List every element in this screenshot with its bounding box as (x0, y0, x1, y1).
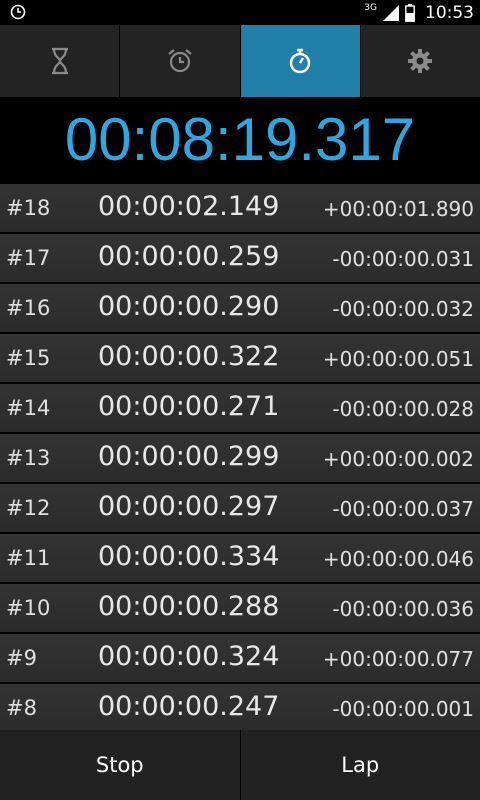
lap-time: 00:00:00.290 (98, 291, 280, 322)
tab-bar (0, 25, 480, 97)
lap-difference: -00:00:00.031 (332, 247, 474, 271)
lap-time: 00:00:02.149 (98, 191, 280, 222)
lap-number: #8 (6, 696, 37, 720)
lap-row: #17 00:00:00.259 -00:00:00.031 (0, 232, 480, 282)
status-bar: 3G 10:53 (0, 0, 480, 25)
lap-number: #9 (6, 646, 37, 670)
lap-row: #14 00:00:00.271 -00:00:00.028 (0, 382, 480, 432)
tab-settings[interactable] (360, 25, 480, 97)
lap-difference: -00:00:00.032 (332, 297, 474, 321)
bottom-button-bar: Stop Lap (0, 730, 480, 800)
tab-stopwatch[interactable] (240, 25, 361, 97)
lap-number: #13 (6, 446, 51, 470)
network-type: 3G (364, 2, 377, 13)
elapsed-time: 00:08:19.317 (64, 106, 416, 173)
lap-time: 00:00:00.247 (98, 691, 280, 722)
status-right: 3G 10:53 (364, 2, 474, 24)
lap-number: #17 (6, 246, 51, 270)
lap-number: #18 (6, 196, 51, 220)
laps-list[interactable]: #18 00:00:02.149 +00:00:01.890 #17 00:00… (0, 182, 480, 730)
lap-row: #10 00:00:00.288 -00:00:00.036 (0, 582, 480, 632)
lap-row: #15 00:00:00.322 +00:00:00.051 (0, 332, 480, 382)
lap-time: 00:00:00.288 (98, 591, 280, 622)
alarm-clock-icon (168, 49, 192, 73)
battery-icon (405, 4, 415, 22)
lap-time: 00:00:00.324 (98, 641, 280, 672)
stopwatch-display: 00:08:19.317 (0, 97, 480, 182)
lap-time: 00:00:00.299 (98, 441, 280, 472)
lap-row: #8 00:00:00.247 -00:00:00.001 (0, 682, 480, 730)
clock-notification-icon (10, 4, 26, 20)
lap-difference: +00:00:00.051 (322, 347, 474, 371)
lap-difference: +00:00:01.890 (322, 197, 474, 221)
lap-time: 00:00:00.271 (98, 391, 280, 422)
lap-button[interactable]: Lap (240, 730, 480, 800)
lap-row: #16 00:00:00.290 -00:00:00.032 (0, 282, 480, 332)
signal-icon (383, 5, 399, 21)
lap-row: #12 00:00:00.297 -00:00:00.037 (0, 482, 480, 532)
lap-row: #9 00:00:00.324 +00:00:00.077 (0, 632, 480, 682)
lap-difference: -00:00:00.001 (332, 697, 474, 721)
gear-icon (408, 49, 433, 73)
lap-difference: -00:00:00.036 (332, 597, 474, 621)
lap-difference: +00:00:00.002 (322, 447, 474, 471)
lap-number: #16 (6, 296, 51, 320)
lap-number: #11 (6, 546, 51, 570)
lap-time: 00:00:00.322 (98, 341, 280, 372)
tab-timer[interactable] (0, 25, 121, 97)
lap-row: #18 00:00:02.149 +00:00:01.890 (0, 182, 480, 232)
stop-button[interactable]: Stop (0, 730, 241, 800)
hourglass-icon (51, 47, 68, 75)
lap-difference: -00:00:00.028 (332, 397, 474, 421)
lap-row: #11 00:00:00.334 +00:00:00.046 (0, 532, 480, 582)
stopwatch-icon (289, 48, 311, 74)
lap-time: 00:00:00.259 (98, 241, 280, 272)
lap-row: #13 00:00:00.299 +00:00:00.002 (0, 432, 480, 482)
lap-time: 00:00:00.334 (98, 541, 280, 572)
lap-number: #10 (6, 596, 51, 620)
lap-difference: -00:00:00.037 (332, 497, 474, 521)
lap-time: 00:00:00.297 (98, 491, 280, 522)
tab-alarm[interactable] (120, 25, 241, 97)
lap-difference: +00:00:00.046 (322, 547, 474, 571)
status-time: 10:53 (425, 3, 474, 23)
lap-number: #12 (6, 496, 51, 520)
lap-number: #14 (6, 396, 51, 420)
lap-number: #15 (6, 346, 51, 370)
lap-difference: +00:00:00.077 (322, 647, 474, 671)
